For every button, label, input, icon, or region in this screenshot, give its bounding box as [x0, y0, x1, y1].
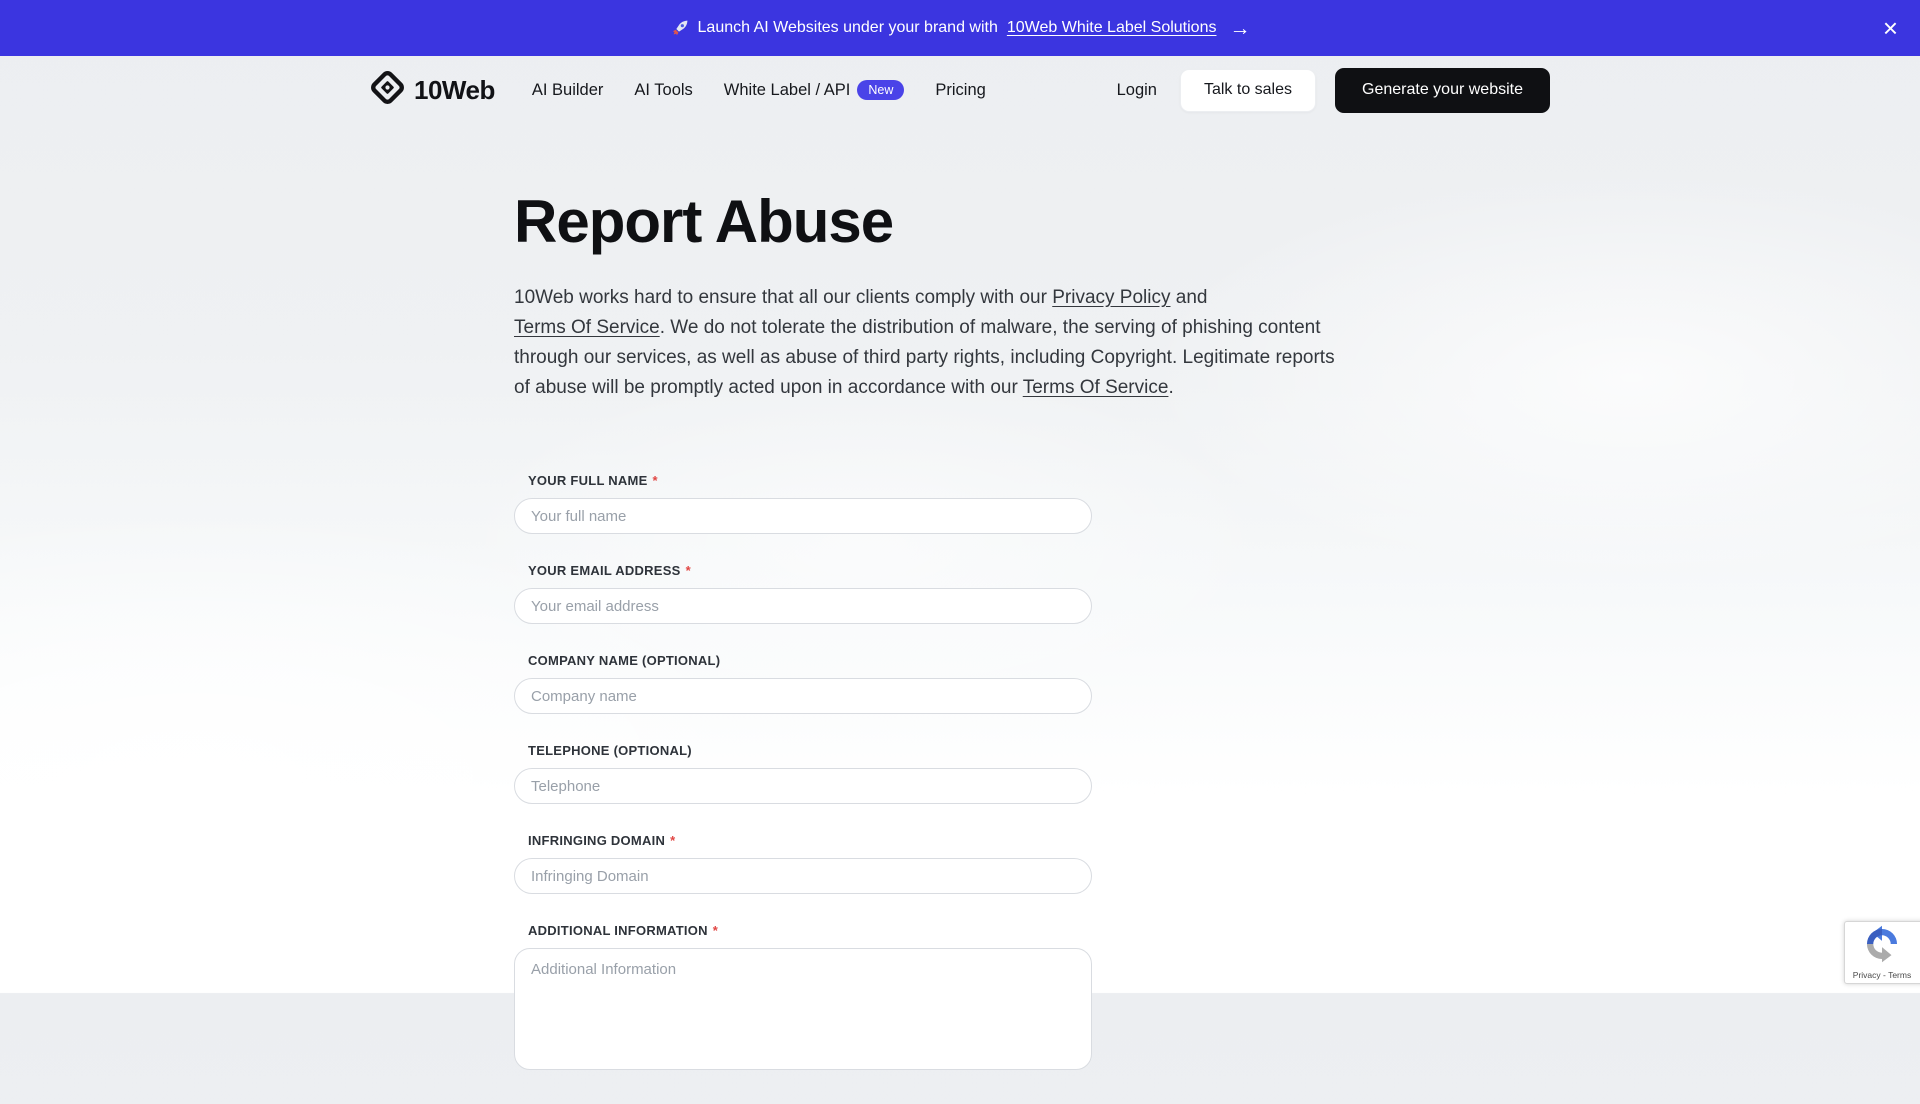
field-label: COMPANY NAME (OPTIONAL): [528, 653, 1092, 668]
infringing-domain-input[interactable]: [514, 858, 1092, 894]
logo[interactable]: 10Web: [370, 70, 495, 110]
top-navigation: 10Web AI Builder AI Tools White Label / AP…: [0, 56, 1920, 124]
field-your-full-name: YOUR FULL NAME *: [514, 473, 1092, 534]
required-asterisk: *: [653, 473, 658, 488]
field-label-text: INFRINGING DOMAIN: [528, 833, 665, 848]
arrow-right-icon[interactable]: →: [1229, 18, 1250, 39]
talk-to-sales-button[interactable]: Talk to sales: [1180, 69, 1316, 112]
report-abuse-form: YOUR FULL NAME * YOUR EMAIL ADDRESS * COMPAN…: [514, 473, 1092, 1075]
additional-information-textarea[interactable]: [514, 948, 1092, 1070]
logo-text: 10Web: [414, 75, 495, 106]
field-label: YOUR EMAIL ADDRESS *: [528, 563, 1092, 578]
recaptcha-badge[interactable]: Privacy - Terms: [1844, 921, 1920, 984]
required-asterisk: *: [670, 833, 675, 848]
nav-link-pricing[interactable]: Pricing: [935, 81, 985, 100]
intro-link-terms-of-service[interactable]: Terms Of Service: [1023, 377, 1169, 398]
nav-link-ai-builder[interactable]: AI Builder: [532, 81, 604, 100]
nav-link-label: White Label / API: [724, 81, 851, 100]
field-label-text: YOUR EMAIL ADDRESS: [528, 563, 681, 578]
telephone-optional-input[interactable]: [514, 768, 1092, 804]
your-email-address-input[interactable]: [514, 588, 1092, 624]
required-asterisk: *: [686, 563, 691, 578]
nav-link-white-label-api[interactable]: White Label / API New: [724, 80, 905, 101]
field-label: TELEPHONE (OPTIONAL): [528, 743, 1092, 758]
nav-link-label: AI Builder: [532, 81, 604, 100]
close-icon[interactable]: ×: [1883, 15, 1898, 41]
new-badge: New: [857, 80, 904, 101]
login-link[interactable]: Login: [1117, 81, 1157, 100]
promo-banner: Launch AI Websites under your brand with…: [0, 0, 1920, 56]
field-label: INFRINGING DOMAIN *: [528, 833, 1092, 848]
field-telephone-optional: TELEPHONE (OPTIONAL): [514, 743, 1092, 804]
recaptcha-privacy-terms[interactable]: Privacy - Terms: [1853, 970, 1920, 980]
field-label-text: YOUR FULL NAME: [528, 473, 648, 488]
field-additional-information: ADDITIONAL INFORMATION *: [514, 923, 1092, 1075]
field-label-text: TELEPHONE (OPTIONAL): [528, 743, 692, 758]
banner-link[interactable]: 10Web White Label Solutions: [1007, 19, 1217, 37]
field-label: YOUR FULL NAME *: [528, 473, 1092, 488]
main-content: Report Abuse 10Web works hard to ensure …: [514, 186, 1474, 1104]
field-your-email-address: YOUR EMAIL ADDRESS *: [514, 563, 1092, 624]
rocket-icon: [670, 19, 689, 38]
nav-link-label: Pricing: [935, 81, 985, 100]
logo-icon: [370, 70, 405, 110]
company-name-optional-input[interactable]: [514, 678, 1092, 714]
page-title: Report Abuse: [514, 186, 1474, 258]
nav-link-label: AI Tools: [634, 81, 692, 100]
field-label-text: ADDITIONAL INFORMATION: [528, 923, 708, 938]
field-label-text: COMPANY NAME (OPTIONAL): [528, 653, 720, 668]
recaptcha-icon: [1863, 925, 1913, 968]
field-company-name-optional: COMPANY NAME (OPTIONAL): [514, 653, 1092, 714]
generate-website-button[interactable]: Generate your website: [1335, 68, 1550, 113]
field-label: ADDITIONAL INFORMATION *: [528, 923, 1092, 938]
intro-link-privacy-policy[interactable]: Privacy Policy: [1052, 287, 1170, 308]
banner-text: Launch AI Websites under your brand with: [698, 19, 998, 37]
nav-link-ai-tools[interactable]: AI Tools: [634, 81, 692, 100]
nav-links: AI Builder AI Tools White Label / API New Pr…: [532, 80, 986, 101]
required-asterisk: *: [713, 923, 718, 938]
field-infringing-domain: INFRINGING DOMAIN *: [514, 833, 1092, 894]
intro-paragraph: 10Web works hard to ensure that all our …: [514, 283, 1474, 403]
your-full-name-input[interactable]: [514, 498, 1092, 534]
intro-link-terms-of-service[interactable]: Terms Of Service: [514, 317, 660, 338]
